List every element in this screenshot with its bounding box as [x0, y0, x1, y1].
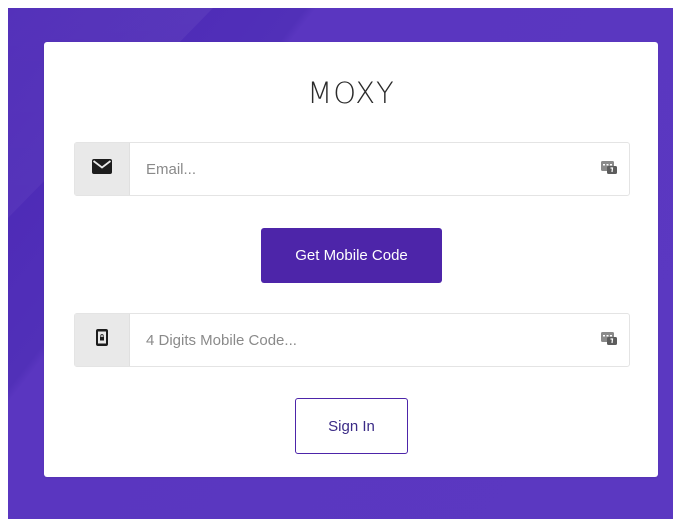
envelope-icon — [92, 159, 112, 179]
autofill-key-icon[interactable] — [601, 330, 617, 351]
mobile-code-addon — [75, 314, 130, 366]
login-card: MOXY Email... Get Mobile Code 4 Digits M… — [44, 42, 658, 477]
email-addon — [75, 143, 130, 195]
mobile-lock-icon — [96, 329, 108, 351]
mobile-code-autofill[interactable] — [589, 314, 629, 366]
get-mobile-code-button[interactable]: Get Mobile Code — [261, 228, 442, 283]
email-input[interactable] — [130, 143, 589, 195]
mobile-code-input[interactable] — [130, 314, 589, 366]
mobile-code-field-group — [74, 313, 630, 367]
brand-title: MOXY — [307, 76, 395, 110]
email-autofill[interactable] — [589, 143, 629, 195]
sign-in-button[interactable]: Sign In — [295, 398, 408, 454]
autofill-key-icon[interactable] — [601, 159, 617, 180]
email-field-group — [74, 142, 630, 196]
page-background: MOXY Email... Get Mobile Code 4 Digits M… — [8, 8, 673, 519]
